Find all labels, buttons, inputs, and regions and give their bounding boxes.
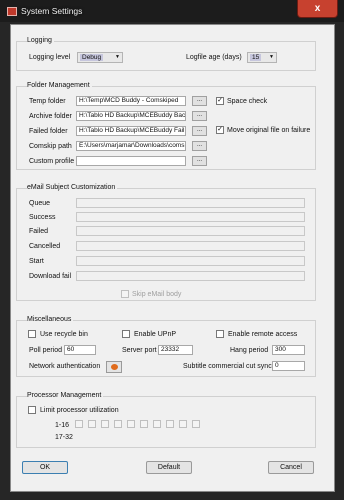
subtitle-sync-label: Subtitle commercial cut sync — [183, 363, 272, 370]
comskip-path-label: Comskip path — [29, 143, 72, 150]
skip-email-body-checkbox[interactable] — [121, 290, 129, 298]
failed-folder-input[interactable]: H:\Tablo HD Backup\MCEBuddy Fail — [76, 126, 186, 136]
credentials-icon — [111, 364, 118, 370]
logging-level-label: Logging level — [29, 54, 71, 61]
email-failed-input[interactable] — [76, 226, 305, 236]
email-success-input[interactable] — [76, 212, 305, 222]
failed-folder-browse-button[interactable]: ... — [192, 126, 207, 136]
skip-email-body-label: Skip eMail body — [132, 291, 182, 298]
poll-period-input[interactable]: 60 — [64, 345, 96, 355]
subtitle-sync-input[interactable]: 0 — [272, 361, 305, 371]
archive-folder-label: Archive folder — [29, 113, 72, 120]
hang-period-label: Hang period — [230, 347, 269, 354]
cpu-10-checkbox[interactable] — [192, 420, 200, 428]
remote-access-label: Enable remote access — [228, 331, 298, 338]
comskip-path-input[interactable]: E:\Users\marjamar\Downloads\coms — [76, 141, 186, 151]
cpu-9-checkbox[interactable] — [179, 420, 187, 428]
space-check-label: Space check — [227, 98, 268, 105]
logging-group-label: Logging — [27, 37, 54, 44]
upnp-label: Enable UPnP — [134, 331, 177, 338]
close-button[interactable]: x — [297, 0, 338, 18]
logfile-age-value: 15 — [250, 54, 262, 61]
cpu-4-checkbox[interactable] — [114, 420, 122, 428]
archive-folder-input[interactable]: H:\Tablo HD Backup\MCEBuddy Bac — [76, 111, 186, 121]
misc-group-label: Miscellaneous — [27, 316, 74, 323]
server-port-input[interactable]: 23332 — [158, 345, 193, 355]
space-check-checkbox[interactable]: ✓ — [216, 97, 224, 105]
custom-profile-browse-button[interactable]: ... — [192, 156, 207, 166]
email-download-fail-input[interactable] — [76, 271, 305, 281]
temp-folder-browse-button[interactable]: ... — [192, 96, 207, 106]
cpu-3-checkbox[interactable] — [101, 420, 109, 428]
folder-group-label: Folder Management — [27, 82, 92, 89]
move-on-failure-label: Move original file on failure — [227, 127, 311, 134]
custom-profile-label: Custom profile — [29, 158, 75, 165]
move-on-failure-checkbox[interactable]: ✓ — [216, 126, 224, 134]
limit-processor-checkbox[interactable] — [28, 406, 36, 414]
server-port-label: Server port — [122, 347, 157, 354]
email-queue-label: Queue — [29, 200, 51, 207]
chevron-down-icon: ▼ — [115, 54, 120, 60]
logfile-age-label: Logfile age (days) — [186, 54, 242, 61]
default-button[interactable]: Default — [146, 461, 192, 474]
hang-period-input[interactable]: 300 — [272, 345, 305, 355]
recycle-bin-checkbox[interactable] — [28, 330, 36, 338]
temp-folder-input[interactable]: H:\Temp\MCD Buddy - Comskiped — [76, 96, 186, 106]
upnp-checkbox[interactable] — [122, 330, 130, 338]
cpu-2-checkbox[interactable] — [88, 420, 96, 428]
logging-level-dropdown[interactable]: Debug ▼ — [77, 52, 123, 63]
email-group-label: eMail Subject Customization — [27, 184, 118, 191]
processor-group-label: Processor Management — [27, 392, 104, 399]
cpu-row1-label: 1-16 — [55, 422, 70, 429]
email-success-label: Success — [29, 214, 56, 221]
email-start-input[interactable] — [76, 256, 305, 266]
temp-folder-label: Temp folder — [29, 98, 66, 105]
email-cancelled-input[interactable] — [76, 241, 305, 251]
recycle-bin-label: Use recycle bin — [40, 331, 88, 338]
email-start-label: Start — [29, 258, 44, 265]
logfile-age-dropdown[interactable]: 15 ▼ — [247, 52, 277, 63]
chevron-down-icon: ▼ — [269, 54, 274, 60]
cpu-6-checkbox[interactable] — [140, 420, 148, 428]
limit-processor-label: Limit processor utilization — [40, 407, 119, 414]
comskip-path-browse-button[interactable]: ... — [192, 141, 207, 151]
custom-profile-input[interactable] — [76, 156, 186, 166]
cpu-8-checkbox[interactable] — [166, 420, 174, 428]
window-title: System Settings — [21, 6, 83, 16]
app-icon — [7, 7, 17, 16]
failed-folder-label: Failed folder — [29, 128, 68, 135]
cpu-7-checkbox[interactable] — [153, 420, 161, 428]
archive-folder-browse-button[interactable]: ... — [192, 111, 207, 121]
title-bar[interactable]: System Settings x — [0, 0, 344, 22]
email-cancelled-label: Cancelled — [29, 243, 61, 250]
email-download-fail-label: Download fail — [29, 273, 72, 280]
cpu-5-checkbox[interactable] — [127, 420, 135, 428]
network-auth-label: Network authentication — [29, 363, 101, 370]
cpu-row2-label: 17-32 — [55, 434, 73, 441]
ok-button[interactable]: OK — [22, 461, 68, 474]
logging-level-value: Debug — [80, 54, 104, 61]
email-failed-label: Failed — [29, 228, 49, 235]
cpu-1-checkbox[interactable] — [75, 420, 83, 428]
cancel-button[interactable]: Cancel — [268, 461, 314, 474]
remote-access-checkbox[interactable] — [216, 330, 224, 338]
network-auth-button[interactable] — [106, 361, 122, 373]
email-queue-input[interactable] — [76, 198, 305, 208]
poll-period-label: Poll period — [29, 347, 63, 354]
